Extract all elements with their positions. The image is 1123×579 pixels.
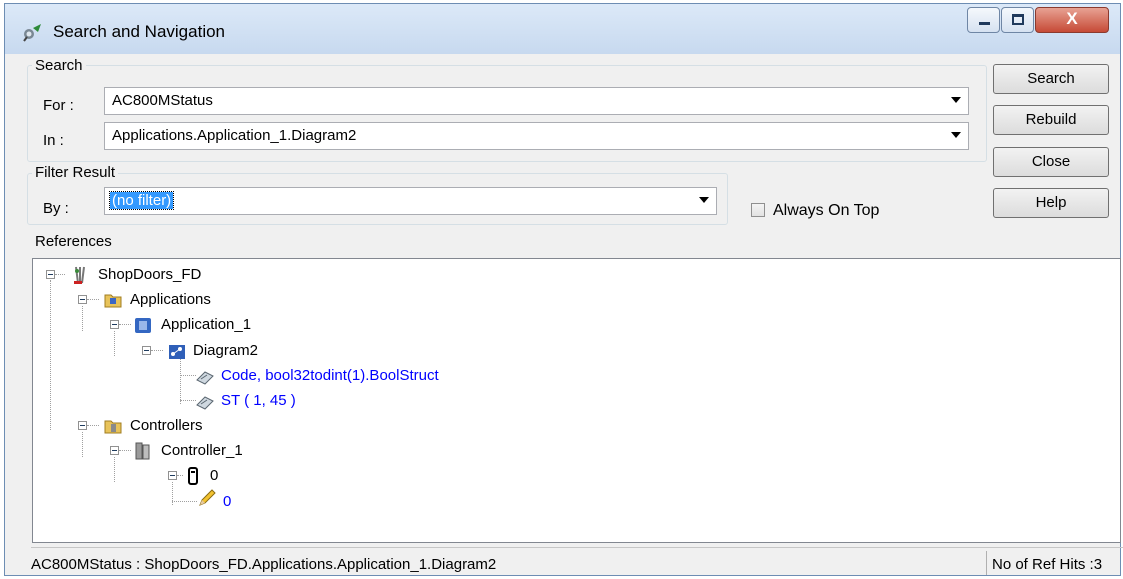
- references-label: References: [35, 233, 112, 250]
- for-label: For :: [43, 97, 74, 114]
- ref-hits-count: No of Ref Hits :3: [992, 556, 1103, 573]
- for-value: AC800MStatus: [112, 92, 213, 109]
- maximize-button[interactable]: [1001, 7, 1034, 33]
- status-bar: AC800MStatus : ShopDoors_FD.Applications…: [31, 547, 1123, 579]
- tree-node[interactable]: 0: [33, 466, 433, 488]
- filter-value: (no filter): [108, 191, 175, 210]
- maximize-icon: [1012, 14, 1024, 25]
- status-path: AC800MStatus : ShopDoors_FD.Applications…: [31, 556, 497, 573]
- tree-node-label: 0: [210, 467, 219, 484]
- search-group-label: Search: [32, 57, 86, 74]
- tree-node-link[interactable]: 0: [223, 493, 231, 510]
- collapse-icon[interactable]: [110, 446, 119, 455]
- collapse-icon[interactable]: [78, 421, 87, 430]
- chevron-down-icon[interactable]: [699, 197, 709, 203]
- tree-node[interactable]: Code, bool32todint(1).BoolStruct: [33, 366, 533, 388]
- in-combobox[interactable]: Applications.Application_1.Diagram2: [104, 122, 969, 150]
- search-navigation-app-icon: [23, 24, 41, 42]
- collapse-icon[interactable]: [168, 471, 177, 480]
- tree-node[interactable]: Controller_1: [33, 441, 433, 463]
- close-window-button[interactable]: X: [1035, 7, 1109, 33]
- by-label: By :: [43, 200, 69, 217]
- tree-node[interactable]: Diagram2: [33, 341, 433, 363]
- always-on-top-checkbox[interactable]: [751, 203, 765, 217]
- chevron-down-icon[interactable]: [951, 132, 961, 138]
- window-title: Search and Navigation: [53, 22, 226, 41]
- filter-group-label: Filter Result: [32, 164, 119, 181]
- diagram-icon: [169, 345, 185, 359]
- in-value: Applications.Application_1.Diagram2: [112, 127, 357, 144]
- title-bar[interactable]: Search and Navigation X: [5, 4, 1120, 54]
- controller-icon: [135, 442, 150, 460]
- tree-node-label: ShopDoors_FD: [98, 266, 202, 283]
- tree-node-link[interactable]: ST ( 1, 45 ): [221, 392, 296, 409]
- tree-node[interactable]: ST ( 1, 45 ): [33, 391, 433, 413]
- collapse-icon[interactable]: [78, 295, 87, 304]
- help-button[interactable]: Help: [993, 188, 1109, 218]
- tree-node-label: Controllers: [130, 417, 203, 434]
- tree-node[interactable]: Application_1: [33, 315, 433, 337]
- filter-combobox[interactable]: (no filter): [104, 187, 717, 215]
- hardware-unit-icon: [188, 467, 198, 485]
- search-navigation-window: Search and Navigation X Search For : AC8…: [4, 3, 1123, 579]
- controllers-folder-icon: [104, 420, 122, 434]
- project-icon: [74, 266, 85, 284]
- in-label: In :: [43, 132, 64, 149]
- tree-node-label: Applications: [130, 291, 211, 308]
- for-combobox[interactable]: AC800MStatus: [104, 87, 969, 115]
- tree-node-label: Diagram2: [193, 342, 259, 359]
- reference-icon: [196, 371, 214, 385]
- collapse-icon[interactable]: [110, 320, 119, 329]
- tree-node[interactable]: Applications: [33, 290, 433, 312]
- search-button[interactable]: Search: [993, 64, 1109, 94]
- always-on-top-label[interactable]: Always On Top: [773, 202, 879, 220]
- tree-node-label: Controller_1: [161, 442, 243, 459]
- applications-folder-icon: [104, 294, 122, 308]
- tree-node[interactable]: ShopDoors_FD: [33, 265, 433, 287]
- collapse-icon[interactable]: [142, 346, 151, 355]
- status-divider: [986, 551, 987, 575]
- minimize-button[interactable]: [967, 7, 1000, 33]
- collapse-icon[interactable]: [46, 270, 55, 279]
- close-icon: X: [1066, 9, 1078, 28]
- minimize-icon: [979, 22, 990, 25]
- tree-node-label: Application_1: [161, 316, 252, 333]
- tree-node[interactable]: Controllers: [33, 416, 433, 438]
- close-button[interactable]: Close: [993, 147, 1109, 177]
- chevron-down-icon[interactable]: [951, 97, 961, 103]
- rebuild-button[interactable]: Rebuild: [993, 105, 1109, 135]
- references-tree[interactable]: ShopDoors_FD Applications Application_1: [32, 258, 1121, 543]
- tree-node-link[interactable]: Code, bool32todint(1).BoolStruct: [221, 367, 439, 384]
- tree-node[interactable]: 0: [33, 489, 433, 514]
- pencil-icon: [199, 489, 216, 506]
- application-icon: [135, 318, 151, 333]
- reference-icon: [196, 396, 214, 410]
